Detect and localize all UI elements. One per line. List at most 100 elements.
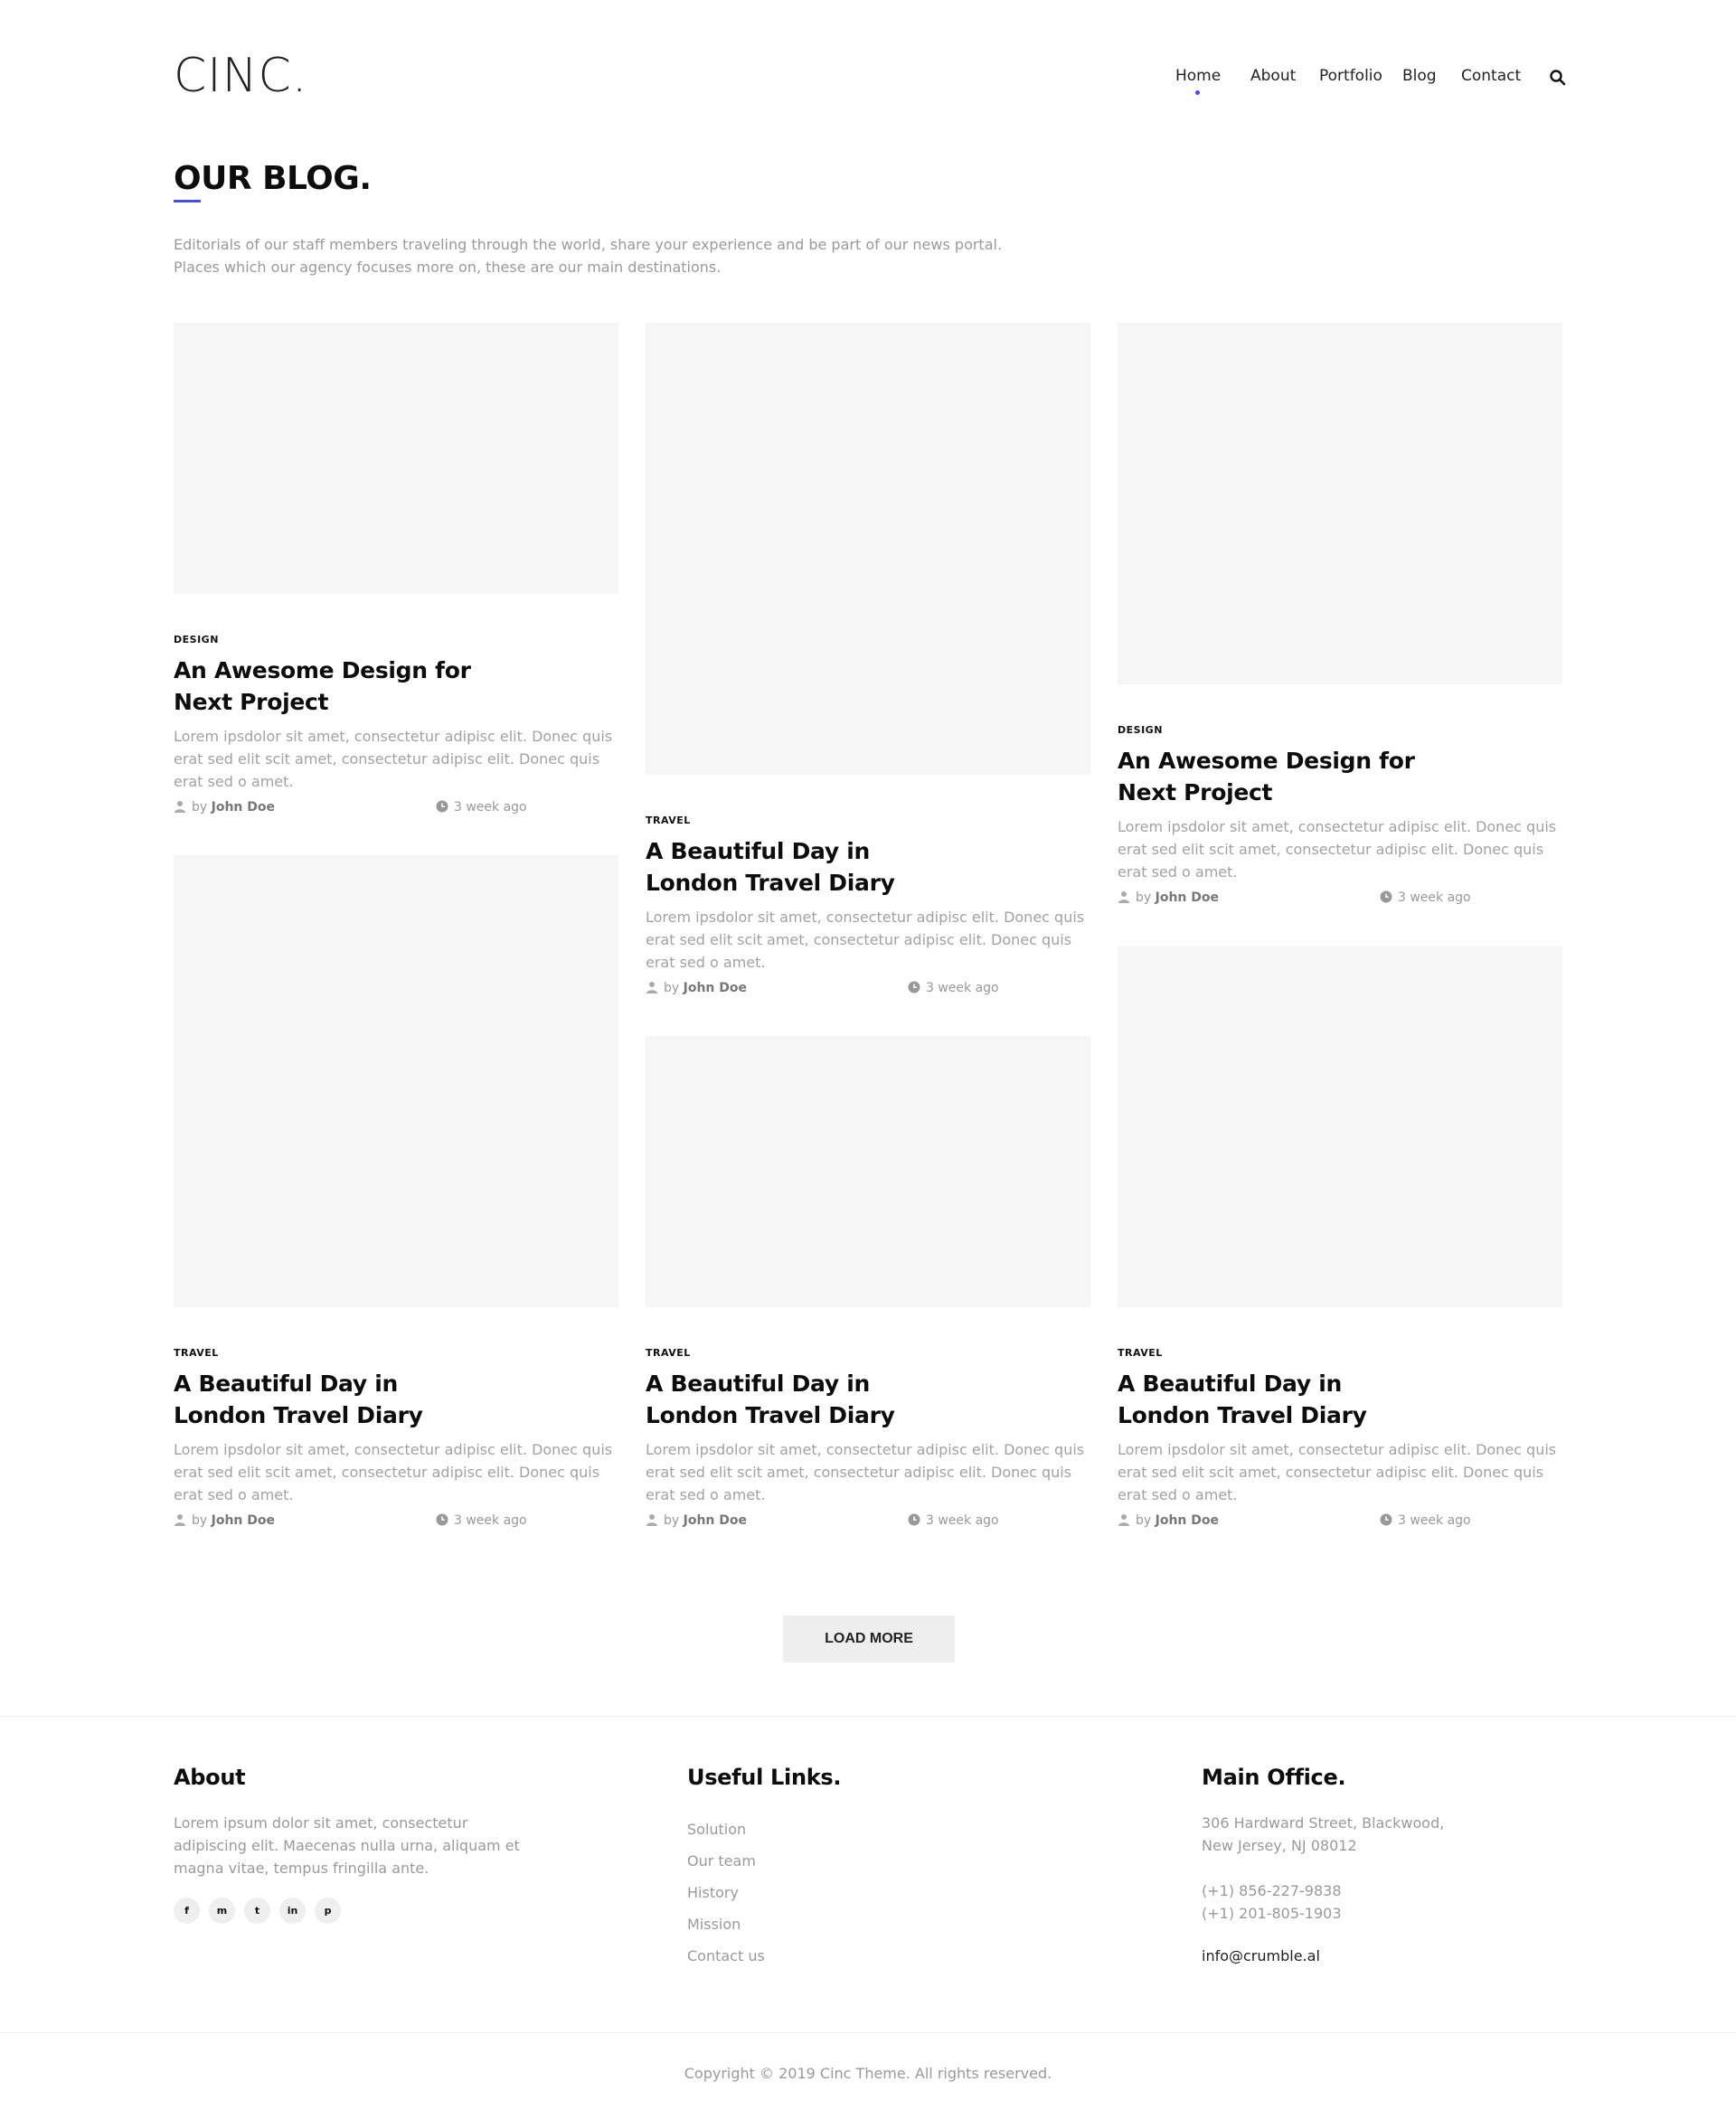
pinterest-icon[interactable]: p: [315, 1898, 341, 1924]
messenger-icon[interactable]: m: [209, 1898, 235, 1924]
intro-line: Editorials of our staff members travelin…: [174, 236, 1003, 253]
blog-card[interactable]: TRAVEL A Beautiful Day in London Travel …: [1118, 946, 1562, 1531]
footer-links-list: Solution Our team History Mission Contac…: [687, 1813, 841, 1972]
office-address: 306 Hardward Street, Blackwood, New Jers…: [1202, 1812, 1444, 1857]
time-ago: 3 week ago: [1398, 1513, 1471, 1528]
post-author: by John Doe: [646, 1513, 747, 1528]
nav-item-home[interactable]: Home: [1175, 67, 1221, 85]
time-ago: 3 week ago: [454, 1513, 527, 1528]
post-excerpt: Lorem ipsdolor sit amet, consectetur adi…: [1118, 818, 1557, 881]
author-prefix: by: [1136, 1513, 1152, 1528]
office-phones: (+1) 856-227-9838 (+1) 201-805-1903: [1202, 1879, 1444, 1925]
post-excerpt: Lorem ipsdolor sit amet, consectetur adi…: [646, 909, 1085, 971]
blog-card[interactable]: DESIGN An Awesome Design for Next Projec…: [174, 323, 618, 818]
post-title[interactable]: An Awesome Design for Next Project: [174, 655, 481, 718]
user-icon: [646, 1514, 657, 1526]
post-category[interactable]: DESIGN: [174, 634, 618, 645]
footer-links: Useful Links. Solution Our team History …: [687, 1765, 842, 1972]
post-author: by John Doe: [646, 981, 747, 995]
linkedin-icon[interactable]: in: [279, 1898, 306, 1924]
author-name[interactable]: John Doe: [684, 981, 747, 995]
author-prefix: by: [192, 1513, 208, 1528]
author-prefix: by: [664, 1513, 680, 1528]
post-meta: by John Doe 3 week ago: [646, 1513, 1090, 1531]
post-excerpt: Lorem ipsdolor sit amet, consectetur adi…: [646, 1441, 1085, 1503]
post-image-placeholder[interactable]: [174, 855, 618, 1307]
social-links: f m t in p: [174, 1898, 535, 1924]
user-icon: [1118, 1514, 1129, 1526]
time-ago: 3 week ago: [454, 800, 527, 815]
twitter-icon[interactable]: t: [244, 1898, 270, 1924]
time-ago: 3 week ago: [1398, 890, 1471, 905]
user-icon: [175, 1514, 185, 1526]
post-category[interactable]: TRAVEL: [646, 1347, 1090, 1359]
post-category[interactable]: TRAVEL: [174, 1347, 618, 1359]
post-title[interactable]: An Awesome Design for Next Project: [1118, 745, 1425, 808]
phone-number[interactable]: (+1) 201-805-1903: [1202, 1902, 1444, 1925]
author-name[interactable]: John Doe: [1156, 890, 1219, 905]
clock-icon: [436, 1513, 448, 1526]
footer-link-our-team[interactable]: Our team: [687, 1845, 841, 1877]
post-image-placeholder[interactable]: [1118, 323, 1562, 684]
post-image-placeholder[interactable]: [1118, 946, 1562, 1307]
footer-link-solution[interactable]: Solution: [687, 1813, 841, 1845]
post-image-placeholder[interactable]: [174, 323, 618, 594]
office-email[interactable]: info@crumble.al: [1202, 1947, 1444, 1964]
post-meta: by John Doe 3 week ago: [174, 800, 618, 818]
blog-card[interactable]: TRAVEL A Beautiful Day in London Travel …: [646, 1036, 1090, 1531]
search-icon[interactable]: [1549, 69, 1567, 87]
post-title[interactable]: A Beautiful Day in London Travel Diary: [174, 1368, 481, 1431]
clock-icon: [908, 1513, 920, 1526]
post-title[interactable]: A Beautiful Day in London Travel Diary: [646, 835, 953, 899]
nav-item-about[interactable]: About: [1250, 67, 1296, 85]
footer-about-heading: About: [174, 1765, 246, 1790]
post-meta: by John Doe 3 week ago: [174, 1513, 618, 1531]
author-name[interactable]: John Doe: [684, 1513, 747, 1528]
post-category[interactable]: TRAVEL: [1118, 1347, 1562, 1359]
post-category[interactable]: TRAVEL: [646, 815, 1090, 826]
post-category[interactable]: DESIGN: [1118, 724, 1562, 736]
footer-link-contact-us[interactable]: Contact us: [687, 1940, 841, 1972]
post-time: 3 week ago: [908, 1513, 999, 1528]
user-icon: [175, 801, 185, 813]
footer-link-history[interactable]: History: [687, 1877, 841, 1908]
page-title: OUR BLOG.: [174, 160, 372, 197]
nav-item-contact[interactable]: Contact: [1461, 67, 1521, 85]
phone-number[interactable]: (+1) 856-227-9838: [1202, 1879, 1444, 1902]
post-title[interactable]: A Beautiful Day in London Travel Diary: [1118, 1368, 1425, 1431]
post-author: by John Doe: [174, 1513, 275, 1528]
active-indicator-dot: [1195, 90, 1200, 95]
blog-card[interactable]: TRAVEL A Beautiful Day in London Travel …: [646, 323, 1090, 999]
post-meta: by John Doe 3 week ago: [1118, 890, 1562, 909]
main-nav: Home About Portfolio Blog Contact: [0, 67, 1736, 95]
author-prefix: by: [664, 981, 680, 995]
blog-card[interactable]: TRAVEL A Beautiful Day in London Travel …: [174, 855, 618, 1531]
author-prefix: by: [1136, 890, 1152, 905]
post-image-placeholder[interactable]: [646, 323, 1090, 775]
author-name[interactable]: John Doe: [212, 800, 275, 815]
footer-link-mission[interactable]: Mission: [687, 1908, 841, 1940]
post-author: by John Doe: [174, 800, 275, 815]
post-meta: by John Doe 3 week ago: [646, 981, 1090, 999]
clock-icon: [908, 981, 920, 994]
post-image-placeholder[interactable]: [646, 1036, 1090, 1307]
nav-item-blog[interactable]: Blog: [1402, 67, 1437, 85]
footer-office: Main Office. 306 Hardward Street, Blackw…: [1202, 1765, 1444, 1964]
clock-icon: [1380, 890, 1392, 903]
post-time: 3 week ago: [436, 1513, 527, 1528]
user-icon: [1118, 891, 1129, 903]
author-name[interactable]: John Doe: [1156, 1513, 1219, 1528]
post-time: 3 week ago: [1380, 1513, 1471, 1528]
nav-item-portfolio[interactable]: Portfolio: [1319, 67, 1382, 85]
clock-icon: [436, 800, 448, 813]
load-more-button[interactable]: LOAD MORE: [783, 1615, 955, 1663]
author-name[interactable]: John Doe: [212, 1513, 275, 1528]
post-author: by John Doe: [1118, 890, 1219, 905]
post-meta: by John Doe 3 week ago: [1118, 1513, 1562, 1531]
facebook-icon[interactable]: f: [174, 1898, 200, 1924]
post-title[interactable]: A Beautiful Day in London Travel Diary: [646, 1368, 953, 1431]
post-author: by John Doe: [1118, 1513, 1219, 1528]
blog-card[interactable]: DESIGN An Awesome Design for Next Projec…: [1118, 323, 1562, 909]
post-excerpt: Lorem ipsdolor sit amet, consectetur adi…: [174, 1441, 613, 1503]
user-icon: [646, 982, 657, 994]
